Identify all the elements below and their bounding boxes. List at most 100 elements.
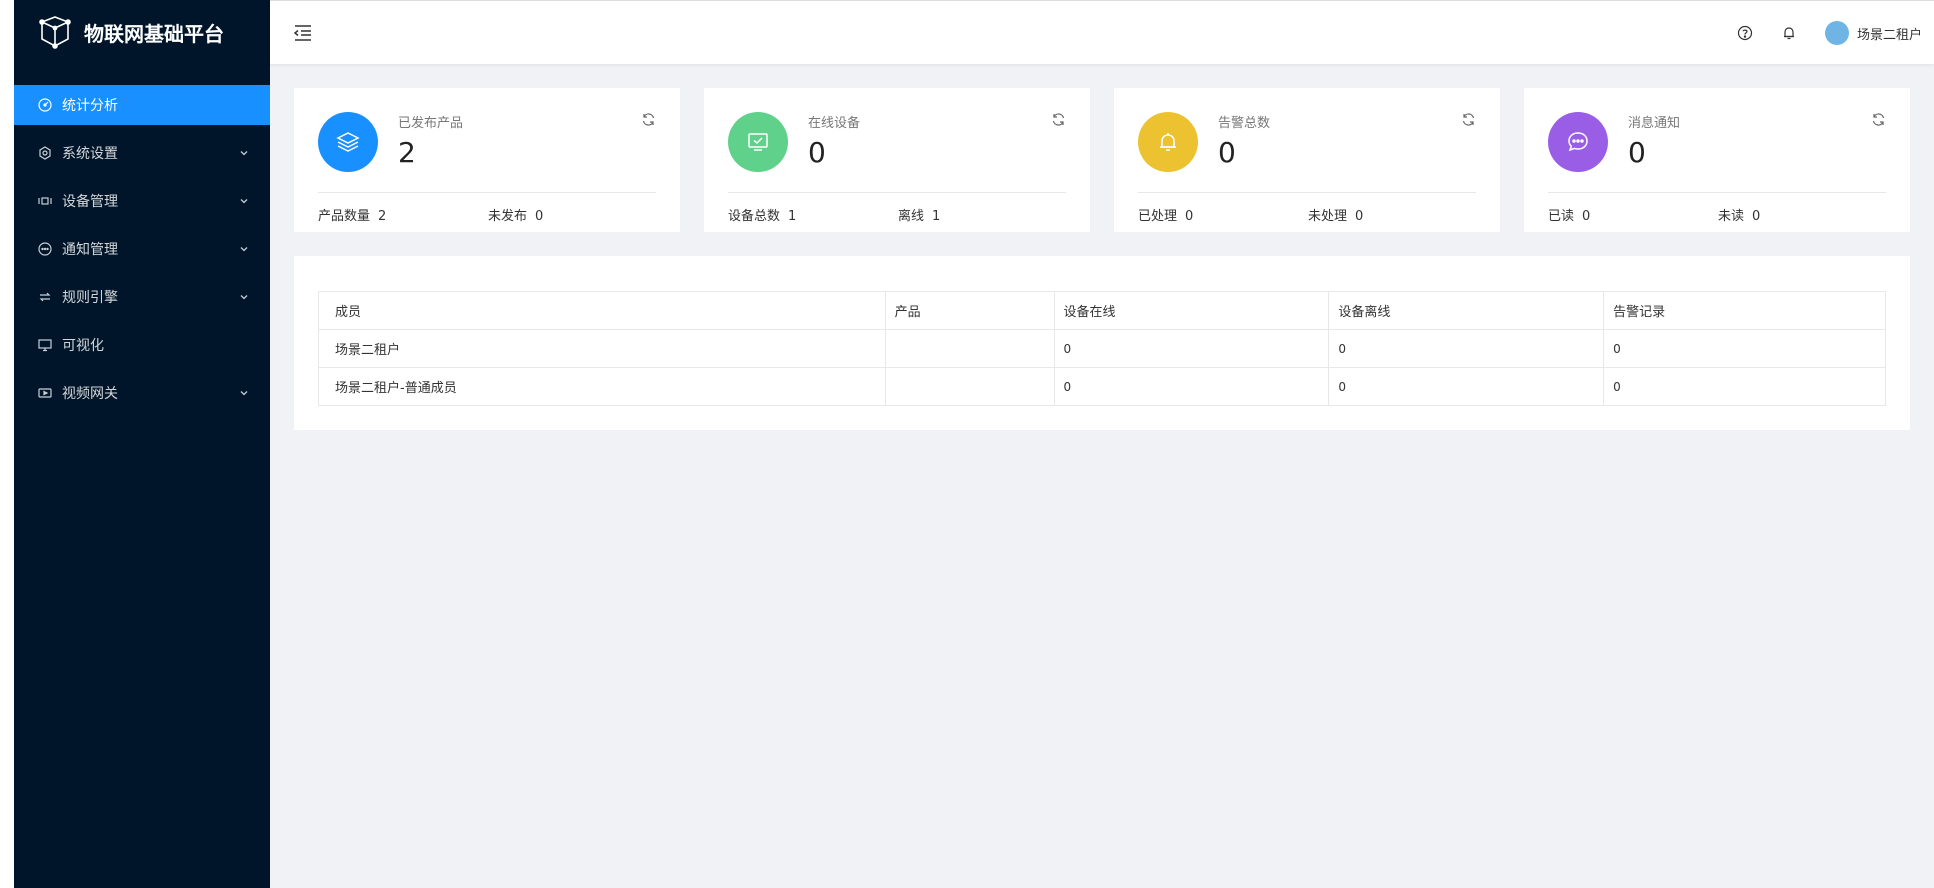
refresh-icon[interactable]	[1461, 112, 1476, 127]
table-cell	[885, 329, 1055, 368]
sub-value: 0	[535, 209, 544, 224]
chevron-down-icon	[238, 243, 250, 255]
sub-label: 设备总数	[728, 209, 781, 224]
column-header[interactable]: 告警记录	[1603, 291, 1886, 330]
stat-card-published-products: 已发布产品 2 产品数量 2 未发布 0	[294, 88, 680, 232]
app-title: 物联网基础平台	[84, 21, 224, 46]
card-title: 消息通知	[1628, 116, 1681, 131]
sidebar-item-label: 设备管理	[62, 194, 118, 210]
alarm-bell-icon	[1138, 112, 1198, 172]
avatar[interactable]	[1824, 21, 1849, 45]
table-cell: 0	[1603, 329, 1886, 368]
sub-label: 未发布	[488, 209, 528, 224]
dashboard-icon	[38, 98, 52, 112]
card-sub-stat: 已读 0	[1548, 205, 1590, 224]
cube-logo-icon	[36, 13, 74, 51]
card-title: 告警总数	[1218, 116, 1271, 131]
gear-icon	[38, 146, 52, 160]
table-cell: 0	[1603, 367, 1886, 406]
chevron-down-icon	[238, 387, 250, 399]
sub-label: 已处理	[1138, 209, 1178, 224]
sidebar-item-label: 可视化	[62, 338, 104, 354]
card-divider	[1138, 192, 1476, 193]
sub-label: 未读	[1718, 209, 1745, 224]
header-actions: 场景二租户	[1737, 1, 1934, 65]
card-value: 2	[398, 136, 416, 169]
card-sub-stat: 产品数量 2	[318, 205, 386, 224]
sub-label: 未处理	[1308, 209, 1348, 224]
table-row[interactable]: 场景二租户-普通成员 0 0 0	[318, 367, 1886, 406]
sub-value: 0	[1582, 209, 1591, 224]
column-header[interactable]: 设备离线	[1328, 291, 1605, 330]
card-sub-stat: 离线 1	[898, 205, 940, 224]
sub-value: 1	[932, 209, 941, 224]
sub-value: 0	[1185, 209, 1194, 224]
refresh-icon[interactable]	[1871, 112, 1886, 127]
sidebar-item-system-settings[interactable]: 系统设置	[14, 133, 270, 173]
sidebar-item-stats[interactable]: 统计分析	[14, 85, 270, 125]
sidebar-item-video-gateway[interactable]: 视频网关	[14, 373, 270, 413]
sidebar: 物联网基础平台 统计分析 系统设置 设备管理 通知管理 规则引擎 可视化 视频网…	[14, 0, 270, 888]
menu-fold-icon[interactable]	[293, 24, 313, 42]
sub-value: 1	[788, 209, 797, 224]
card-value: 0	[1218, 136, 1236, 169]
table-cell: 场景二租户-普通成员	[318, 367, 886, 406]
message-icon	[38, 242, 52, 256]
sub-value: 0	[1355, 209, 1364, 224]
stat-card-alarm-total: 告警总数 0 已处理 0 未处理 0	[1114, 88, 1500, 232]
monitor-check-icon	[728, 112, 788, 172]
monitor-icon	[38, 338, 52, 352]
bell-icon[interactable]	[1781, 25, 1797, 41]
card-sub-stat: 未发布 0	[488, 205, 543, 224]
card-divider	[728, 192, 1066, 193]
sidebar-item-device-management[interactable]: 设备管理	[14, 181, 270, 221]
stat-card-messages: 消息通知 0 已读 0 未读 0	[1524, 88, 1910, 232]
question-circle-icon[interactable]	[1737, 25, 1753, 41]
column-header[interactable]: 成员	[318, 291, 886, 330]
table-cell: 0	[1328, 367, 1605, 406]
sub-value: 0	[1752, 209, 1761, 224]
refresh-icon[interactable]	[641, 112, 656, 127]
chevron-down-icon	[238, 147, 250, 159]
logo[interactable]: 物联网基础平台	[14, 0, 270, 64]
table-cell: 0	[1054, 367, 1330, 406]
card-divider	[1548, 192, 1886, 193]
sidebar-item-rule-engine[interactable]: 规则引擎	[14, 277, 270, 317]
sidebar-item-label: 统计分析	[62, 98, 118, 114]
device-icon	[38, 194, 52, 208]
sidebar-item-label: 系统设置	[62, 146, 118, 162]
member-stats-table: 成员 产品 设备在线 设备离线 告警记录 场景二租户 0 0 0 场景二租户-普…	[318, 291, 1886, 406]
card-sub-stat: 设备总数 1	[728, 205, 796, 224]
table-cell: 0	[1328, 329, 1605, 368]
left-edge-strip	[0, 0, 14, 888]
stat-cards: 已发布产品 2 产品数量 2 未发布 0 在线设备 0 设备总数 1 离线 1	[294, 88, 1910, 232]
column-header[interactable]: 产品	[885, 291, 1055, 330]
sidebar-item-label: 视频网关	[62, 386, 118, 402]
sidebar-item-visualization[interactable]: 可视化	[14, 325, 270, 365]
table-cell: 场景二租户	[318, 329, 886, 368]
chevron-down-icon	[238, 195, 250, 207]
stat-card-online-devices: 在线设备 0 设备总数 1 离线 1	[704, 88, 1090, 232]
chat-bubble-icon	[1548, 112, 1608, 172]
column-header[interactable]: 设备在线	[1054, 291, 1330, 330]
sub-label: 产品数量	[318, 209, 371, 224]
card-sub-stat: 已处理 0	[1138, 205, 1193, 224]
layers-icon	[318, 112, 378, 172]
top-header: 场景二租户	[270, 0, 1934, 64]
card-title: 在线设备	[808, 116, 861, 131]
sidebar-item-notification-management[interactable]: 通知管理	[14, 229, 270, 269]
table-header-row: 成员 产品 设备在线 设备离线 告警记录	[318, 291, 1886, 330]
table-cell: 0	[1054, 329, 1330, 368]
swap-icon	[38, 290, 52, 304]
card-sub-stat: 未读 0	[1718, 205, 1760, 224]
member-stats-panel: 成员 产品 设备在线 设备离线 告警记录 场景二租户 0 0 0 场景二租户-普…	[294, 256, 1910, 430]
refresh-icon[interactable]	[1051, 112, 1066, 127]
user-name[interactable]: 场景二租户	[1857, 24, 1922, 43]
sub-label: 离线	[898, 209, 925, 224]
card-value: 0	[1628, 136, 1646, 169]
sub-value: 2	[378, 209, 387, 224]
card-title: 已发布产品	[398, 116, 464, 131]
table-row[interactable]: 场景二租户 0 0 0	[318, 329, 1886, 368]
sidebar-menu: 统计分析 系统设置 设备管理 通知管理 规则引擎 可视化 视频网关	[14, 85, 270, 413]
card-divider	[318, 192, 656, 193]
